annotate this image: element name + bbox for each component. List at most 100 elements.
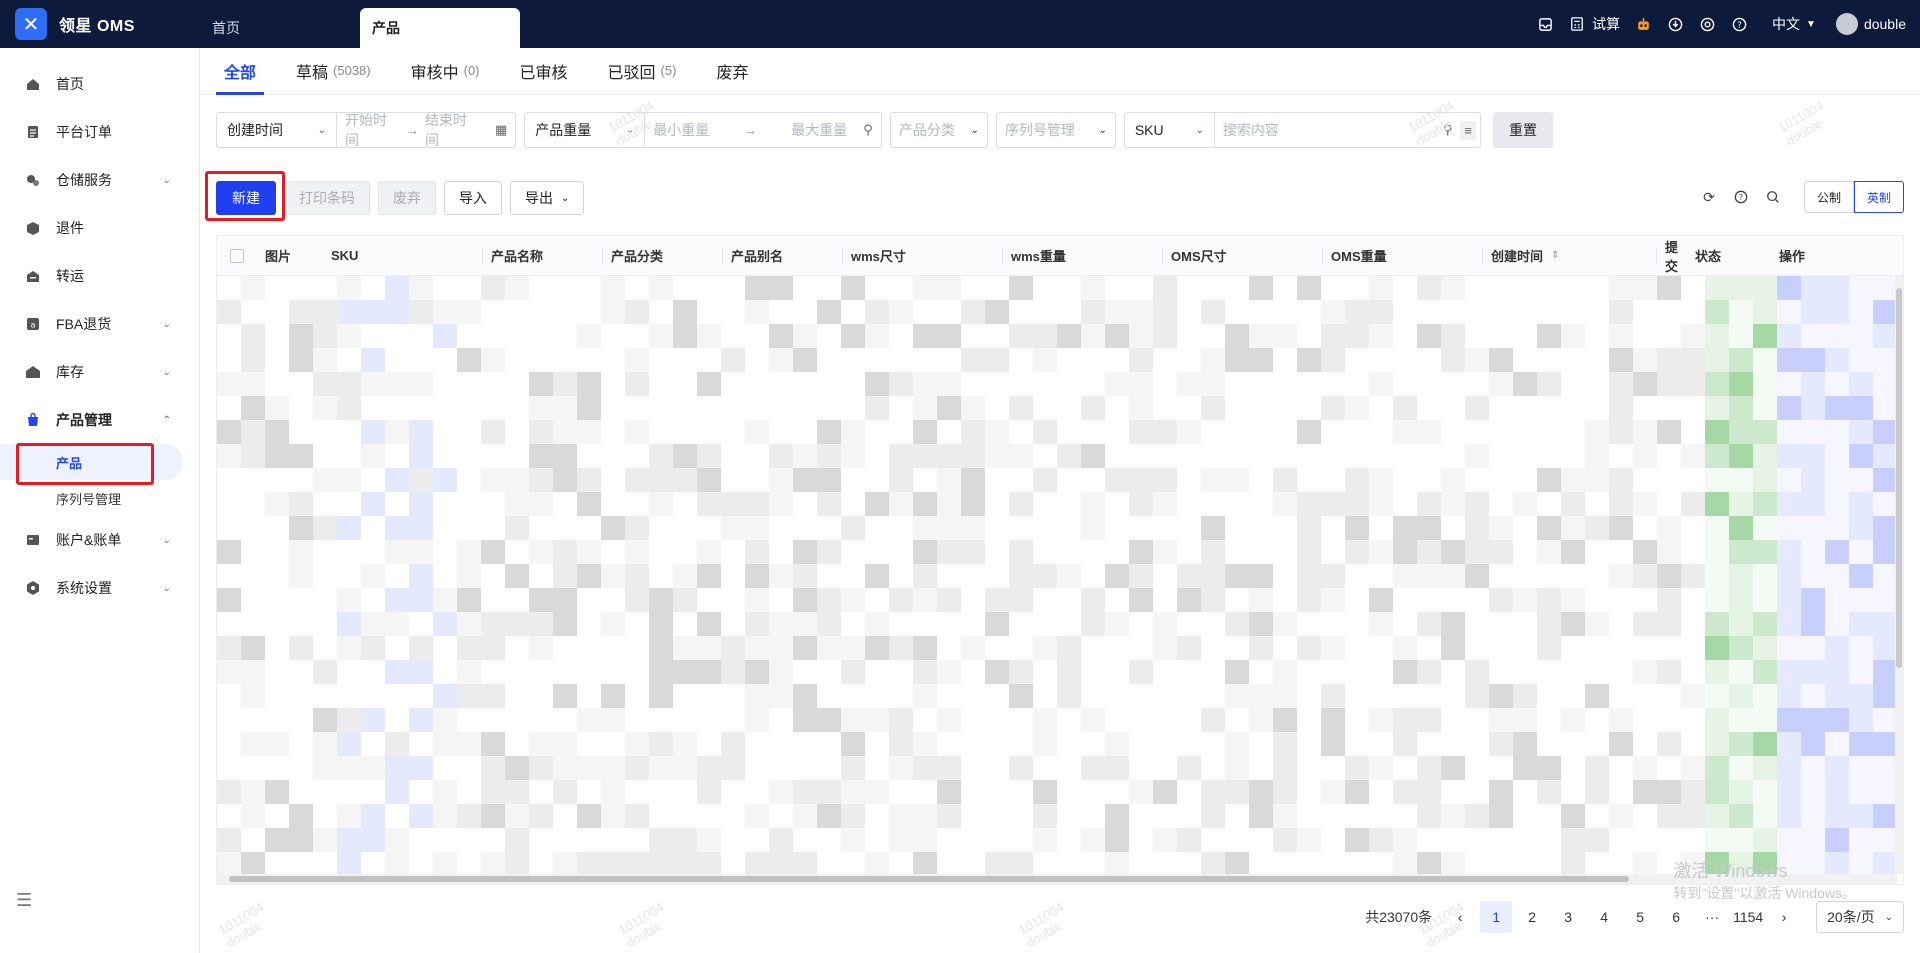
table-row[interactable] [217,660,1903,684]
page-ellipsis[interactable]: ··· [1696,901,1728,933]
horizontal-scrollbar[interactable] [217,874,1897,884]
table-row[interactable] [217,276,1903,300]
page-5[interactable]: 5 [1624,901,1656,933]
unit-metric-button[interactable]: 公制 [1804,181,1854,213]
page-1[interactable]: 1 [1480,901,1513,933]
col-header-created-time[interactable]: 创建时间 ⇕ [1483,236,1657,276]
table-row[interactable] [217,612,1903,636]
table-row[interactable] [217,540,1903,564]
tab-all[interactable]: 全部 [216,47,265,95]
select-all-checkbox[interactable] [217,236,257,276]
table-row[interactable] [217,444,1903,468]
table-row[interactable] [217,564,1903,588]
table-row[interactable] [217,588,1903,612]
refresh-icon[interactable]: ⟳ [1700,188,1718,206]
sidebar-item-account-billing[interactable]: 账户&账单 ⌄ [0,516,199,564]
table-row[interactable] [217,780,1903,804]
date-type-select[interactable]: 创建时间 ⌄ [217,113,337,147]
table-row[interactable] [217,468,1903,492]
page-last[interactable]: 1154 [1732,901,1764,933]
redacted-cell [1417,492,1441,516]
sort-icon[interactable]: ⇕ [1551,250,1559,261]
table-row[interactable] [217,828,1903,852]
import-button[interactable]: 导入 [444,181,502,215]
redacted-cell [1273,444,1297,468]
page-2[interactable]: 2 [1516,901,1548,933]
weight-range-input[interactable]: 最小重量 → 最大重量 [645,120,855,140]
sidebar-item-platform-orders[interactable]: 平台订单 [0,108,199,156]
reset-button[interactable]: 重置 [1492,112,1553,148]
vertical-scrollbar[interactable] [1895,276,1903,874]
table-row[interactable] [217,396,1903,420]
search-field-select[interactable]: SKU ⌄ [1125,113,1215,147]
unit-imperial-button[interactable]: 英制 [1854,181,1904,213]
table-row[interactable] [217,732,1903,756]
export-button[interactable]: 导出 ⌄ [510,181,585,215]
table-row[interactable] [217,804,1903,828]
sidebar-item-home[interactable]: 首页 [0,60,199,108]
category-select[interactable]: 产品分类 ⌄ [889,112,988,148]
table-row[interactable] [217,852,1903,876]
table-row[interactable] [217,708,1903,732]
table-row[interactable] [217,324,1903,348]
table-row[interactable] [217,372,1903,396]
page-6[interactable]: 6 [1660,901,1692,933]
sidebar-item-returns[interactable]: 退件 [0,204,199,252]
trial-calc-button[interactable]: 试算 [1568,14,1620,34]
sidebar-subitem-serial[interactable]: 序列号管理 [0,480,183,516]
redacted-cell [241,324,265,348]
redacted-cell [1297,276,1321,300]
table-row[interactable] [217,636,1903,660]
download-icon[interactable] [1666,15,1684,33]
calendar-icon[interactable]: ▦ [487,122,515,138]
table-row[interactable] [217,300,1903,324]
tab-reviewing[interactable]: 审核中 (0) [403,47,488,94]
sidebar-item-system-settings[interactable]: 系统设置 ⌄ [0,564,199,612]
batch-search-icon[interactable]: ≡ [1460,120,1476,140]
redacted-cell [1057,300,1081,324]
sidebar-item-fba-returns[interactable]: a FBA退货 ⌄ [0,300,199,348]
app-logo[interactable]: ✕ 领星 OMS [0,0,200,48]
tab-approved[interactable]: 已审核 [512,47,576,94]
redacted-cell [865,492,889,516]
prev-page-icon[interactable]: ‹ [1444,901,1476,933]
print-barcode-button[interactable]: 打印条码 [284,181,370,215]
inbox-icon[interactable] [1536,15,1554,33]
collapse-menu-icon[interactable]: ☰ [16,890,32,911]
tab-discarded[interactable]: 废弃 [708,47,756,94]
table-row[interactable] [217,420,1903,444]
tab-draft[interactable]: 草稿 (5038) [288,47,379,94]
table-row[interactable] [217,492,1903,516]
tab-rejected[interactable]: 已驳回 (5) [600,47,685,94]
search-icon[interactable]: ⚲ [855,122,881,138]
next-page-icon[interactable]: › [1768,901,1800,933]
top-tab-home[interactable]: 首页 [200,8,360,48]
page-4[interactable]: 4 [1588,901,1620,933]
checkbox[interactable] [230,248,244,263]
table-row[interactable] [217,684,1903,708]
page-3[interactable]: 3 [1552,901,1584,933]
search-input[interactable]: 搜索内容 [1215,120,1435,140]
column-settings-icon[interactable] [1764,188,1782,206]
sidebar-item-product-management[interactable]: 产品管理 ⌃ [0,396,199,444]
sidebar-item-inventory[interactable]: 库存 ⌄ [0,348,199,396]
sidebar-item-transit[interactable]: 转运 [0,252,199,300]
table-row[interactable] [217,756,1903,780]
serial-select[interactable]: 序列号管理 ⌄ [995,112,1116,148]
user-menu[interactable]: double [1835,13,1906,35]
search-icon[interactable]: ⚲ [1435,122,1461,138]
help-icon[interactable]: ? [1732,188,1750,206]
table-row[interactable] [217,516,1903,540]
language-select[interactable]: 中文 ▼ [1772,14,1816,34]
discard-button[interactable]: 废弃 [378,181,436,215]
weight-type-select[interactable]: 产品重量 ⌄ [525,113,646,147]
sidebar-item-warehouse[interactable]: 仓储服务 ⌄ [0,156,199,204]
page-size-select[interactable]: 20条/页 ⌄ [1816,901,1904,933]
top-tab-product[interactable]: 产品 [360,8,520,48]
settings-circle-icon[interactable] [1698,15,1716,33]
table-row[interactable] [217,348,1903,372]
help-icon[interactable]: ? [1730,15,1748,33]
redacted-cell [625,324,649,348]
robot-icon[interactable] [1634,15,1652,33]
date-range-input[interactable]: 开始时间 → 结束时间 [337,110,487,150]
